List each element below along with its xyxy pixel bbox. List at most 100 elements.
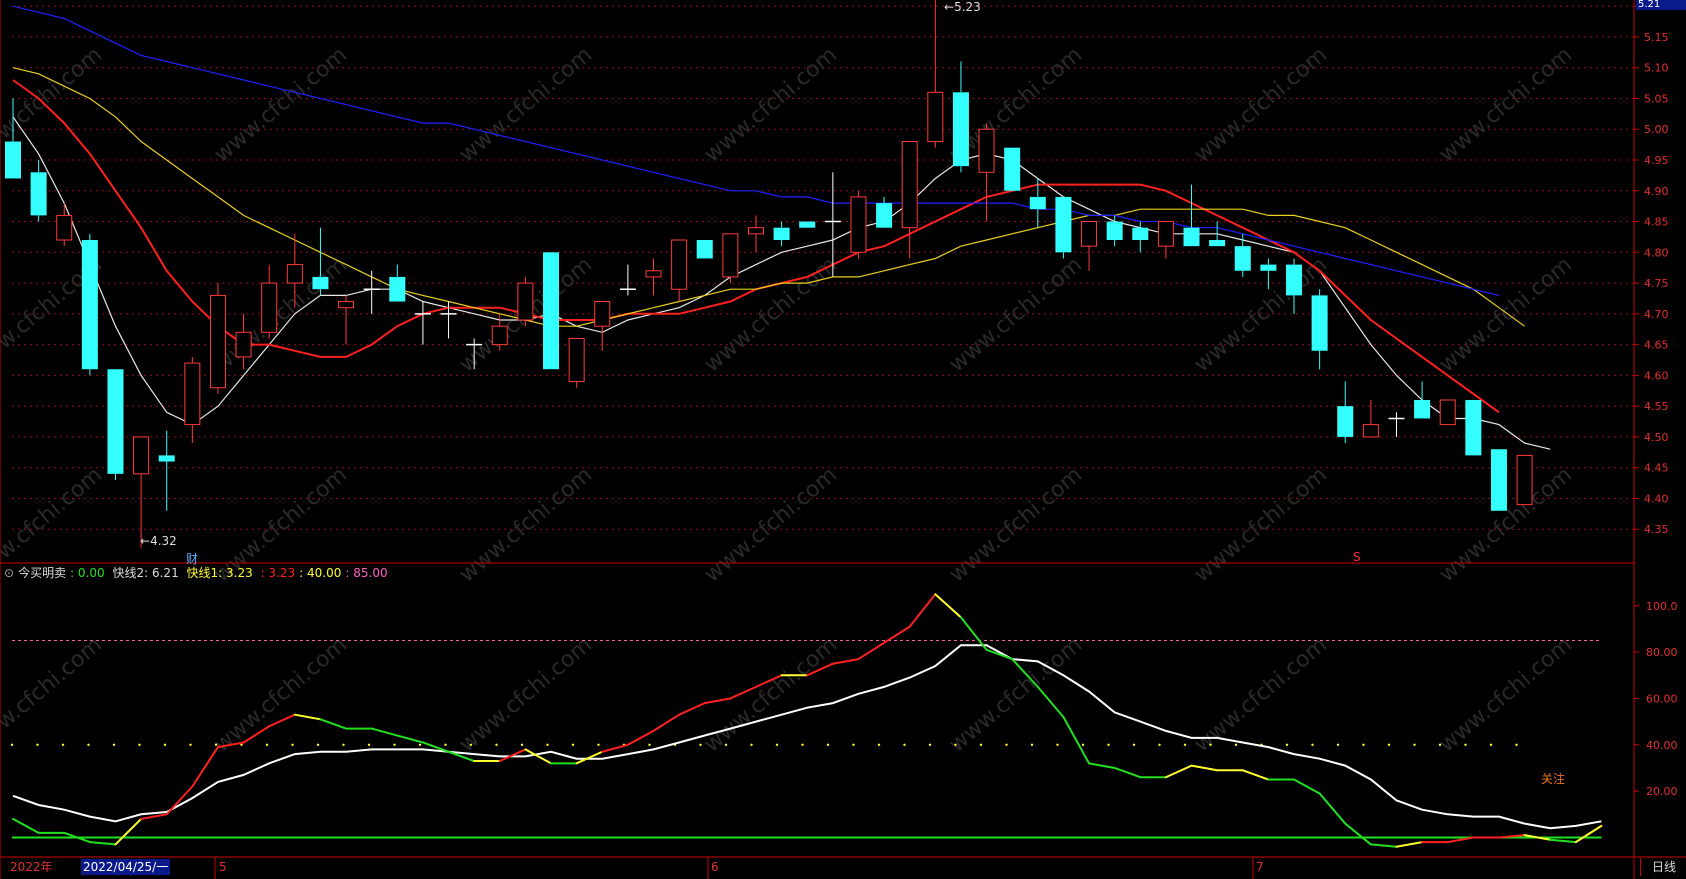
price-tick-label: 4.45 (1644, 462, 1669, 475)
ref-dot-40 (928, 743, 932, 746)
candle-body (286, 264, 303, 284)
chart-stage: www.cfchi.com www.cfchi.com www.cfchi.com w… (0, 0, 1686, 879)
ref-dot-40 (214, 743, 218, 746)
candle (799, 221, 816, 228)
price-tick-label: 4.75 (1644, 277, 1669, 290)
candle (696, 240, 713, 259)
candle-body (107, 369, 124, 474)
price-tick-label: 4.95 (1644, 154, 1669, 167)
ref-dot-40 (801, 743, 804, 746)
indicator-value-40: : 40.00 (299, 566, 342, 580)
candle (158, 430, 175, 511)
ref-dot-40 (36, 743, 39, 746)
ref-dot-40 (1336, 743, 1340, 746)
candle-body (799, 221, 816, 228)
candle-body (1439, 399, 1456, 426)
period-selector[interactable]: 日线 (1640, 858, 1686, 876)
candle-body (261, 282, 278, 333)
year-label: 2022年 (10, 860, 53, 874)
indicator-toggle-icon[interactable]: ⊙ (4, 566, 14, 580)
ref-dot-40 (954, 743, 957, 746)
watermark-text: www.cfchi.com (1435, 632, 1577, 757)
watermark-text: www.cfchi.com (945, 632, 1087, 757)
watermark-text: www.cfchi.com (210, 252, 352, 377)
indicator-fast-segment (1190, 764, 1219, 772)
ref-dot-40 (1362, 743, 1365, 746)
indicator-fast-segment (114, 817, 143, 846)
candle-body (747, 227, 764, 235)
candle-body (978, 128, 995, 173)
candle-body (876, 203, 893, 228)
high-value: 5.23 (954, 0, 981, 14)
ref-dot-40 (699, 743, 702, 746)
candle-body (952, 92, 969, 167)
indicator-fast-segment (1318, 792, 1347, 825)
ref-dot-40 (61, 743, 65, 746)
candle (209, 283, 226, 394)
watermark-text: www.cfchi.com (1435, 42, 1577, 167)
indicator-name[interactable]: 今买明卖 (18, 566, 66, 580)
indicator-fast-segment (601, 743, 629, 753)
indicator-fast-segment (370, 727, 399, 737)
candle (1055, 196, 1072, 259)
candle-body (56, 214, 73, 241)
candle (133, 436, 150, 548)
candle-body (1337, 406, 1354, 437)
candle-body (235, 331, 252, 358)
candle (927, 0, 944, 148)
candle-body (1157, 221, 1174, 247)
indicator-fast-segment (319, 718, 348, 730)
candle-body (517, 282, 534, 321)
candle (107, 369, 124, 480)
price-tick-label: 4.60 (1644, 369, 1669, 382)
candle-body (1362, 424, 1379, 438)
candle-body (209, 294, 226, 389)
price-tick-label: 4.70 (1644, 308, 1669, 321)
candle (30, 160, 47, 222)
fast2-label: 快线2: (112, 566, 152, 580)
candle (1004, 147, 1021, 191)
candle (1260, 258, 1277, 290)
indicator-tick-label: 20.00 (1646, 785, 1678, 798)
indicator-fast-segment (1113, 766, 1142, 779)
watermark-text: www.cfchi.com (700, 42, 842, 167)
indicator-tick-label: 60.00 (1646, 692, 1678, 705)
sell-marker[interactable]: S (1353, 550, 1361, 564)
candle-body (927, 91, 944, 143)
candle (543, 252, 560, 370)
low-value: 4.32 (150, 534, 177, 548)
indicator-tick-label: 100.0 (1646, 600, 1678, 613)
candle-body (568, 337, 585, 383)
candle (389, 264, 406, 302)
fast2-value: 6.21 (151, 566, 179, 580)
ref-dot-40 (265, 743, 269, 746)
candle (671, 239, 688, 302)
ref-dot-40 (1464, 743, 1467, 746)
candle (363, 270, 380, 314)
candle (1362, 400, 1379, 438)
indicator-fast-segment (1293, 778, 1321, 795)
indicator-fast-segment (908, 593, 937, 628)
candle-body (1081, 221, 1098, 247)
ref-dot-40 (189, 743, 192, 746)
ref-dot-40 (10, 743, 14, 746)
candle (1439, 399, 1456, 426)
candle-body (594, 301, 611, 327)
ref-dot-40 (775, 743, 779, 746)
watermark-text: www.cfchi.com (700, 462, 842, 587)
price-tick-label: 4.50 (1644, 431, 1669, 444)
price-tick-label: 4.90 (1644, 185, 1669, 198)
indicator-fast-segment (857, 641, 886, 661)
watermark-text: www.cfchi.com (700, 632, 842, 757)
candle (619, 264, 636, 296)
indicator-value-85: : 85.00 (345, 566, 388, 580)
candle-body (1414, 400, 1431, 419)
ref-dot-40 (163, 743, 167, 746)
indicator-tick-label: 80.00 (1646, 646, 1678, 659)
indicator-fast-segment (498, 748, 527, 763)
indicator-tick-label: 40.00 (1646, 739, 1678, 752)
ref-dot-40 (546, 743, 549, 746)
price-tick-label: 4.40 (1644, 492, 1669, 505)
candle (1388, 412, 1405, 437)
attention-label: 关注 (1541, 772, 1566, 786)
